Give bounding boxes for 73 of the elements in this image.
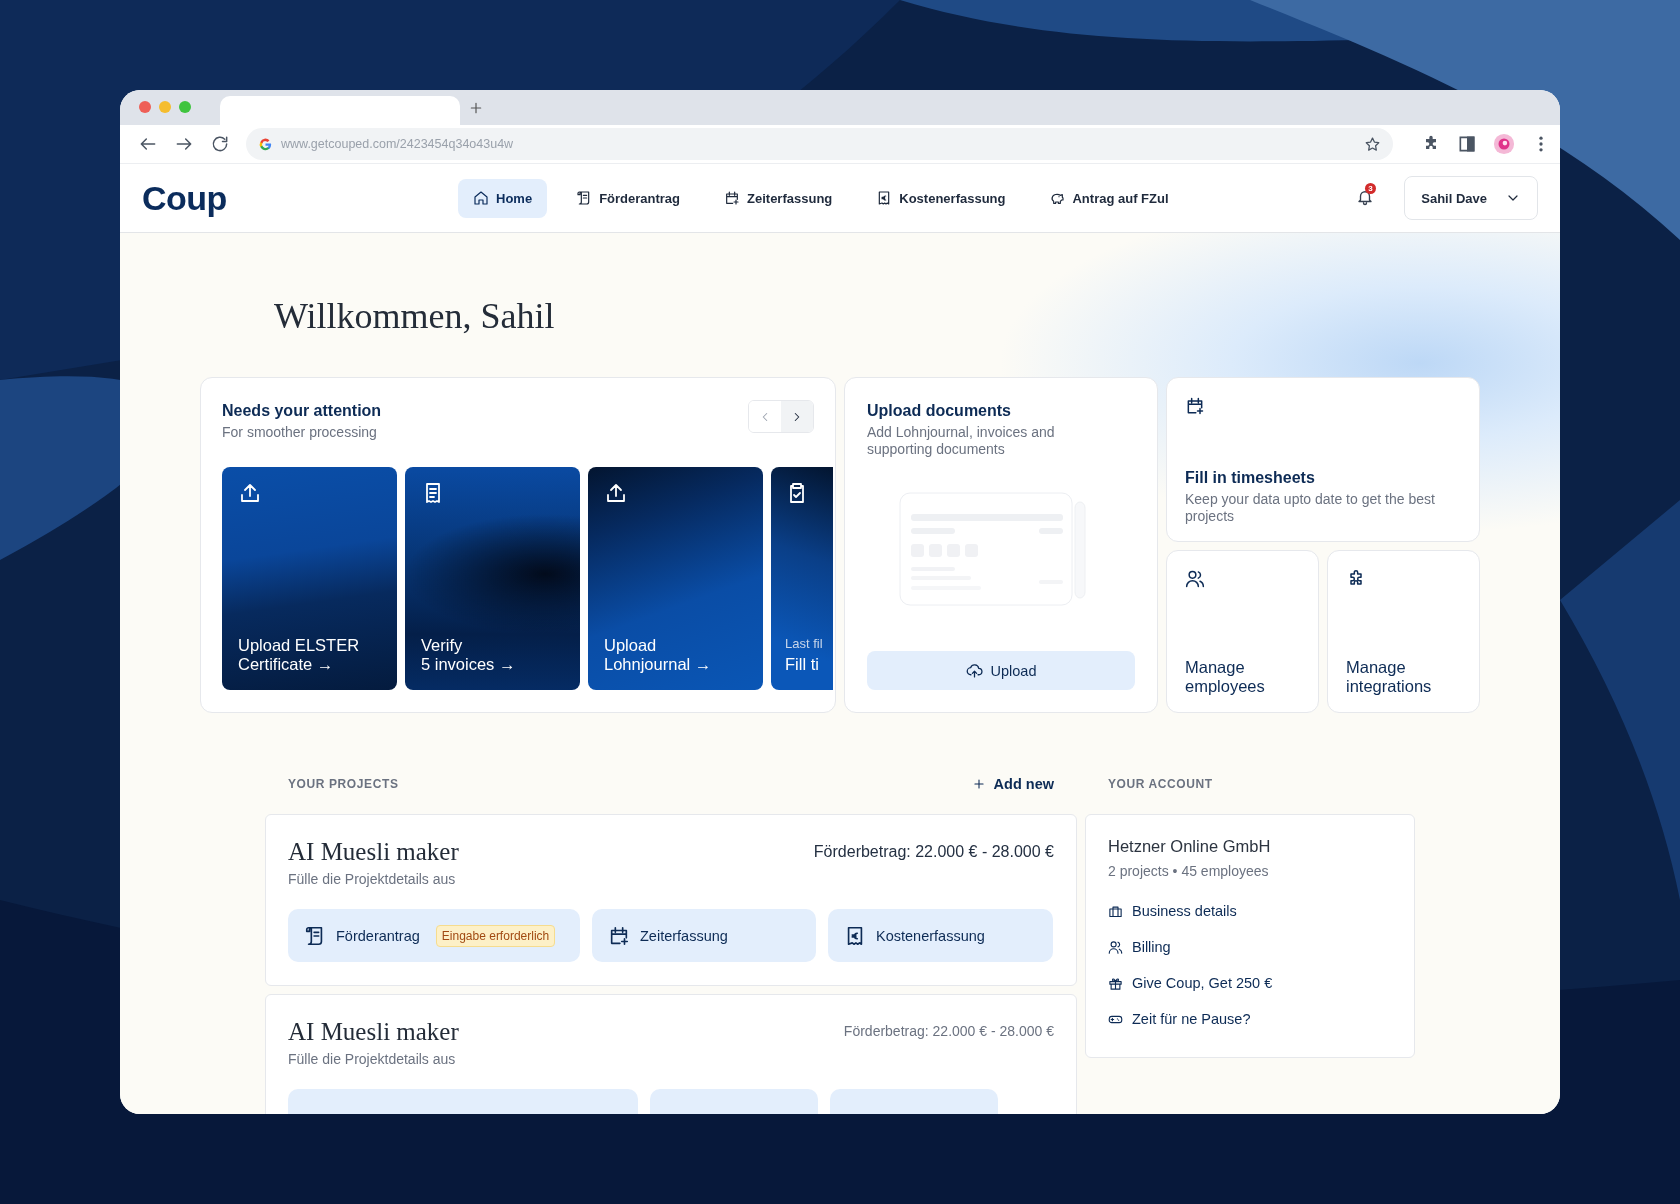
section-heading: YOUR ACCOUNT bbox=[1108, 777, 1213, 791]
sidebar-icon[interactable] bbox=[1457, 134, 1477, 154]
action-tile[interactable]: Upload ELSTER Certificate → bbox=[222, 466, 397, 690]
logo[interactable]: Coup bbox=[142, 178, 458, 218]
users-icon bbox=[1108, 939, 1123, 955]
project-title: AI Muesli maker bbox=[288, 837, 459, 867]
project-title: AI Muesli maker bbox=[288, 1017, 459, 1047]
shortcut-card[interactable]: Fill in timesheets Keep your data upto date to get the best projects bbox=[1166, 377, 1480, 542]
avatar-icon[interactable] bbox=[1493, 133, 1515, 155]
card-title: Fill in timesheets bbox=[1185, 468, 1316, 488]
house-icon bbox=[473, 190, 489, 206]
user-menu-button[interactable]: Sahil Dave bbox=[1404, 176, 1538, 220]
account-link[interactable]: Zeit für ne Pause? bbox=[1108, 1001, 1392, 1037]
tile-label: Upload ELSTER Certificate → bbox=[238, 636, 361, 674]
nav-tab[interactable]: Kostenerfassung bbox=[861, 178, 1021, 218]
company-name: Hetzner Online GmbH bbox=[1108, 836, 1272, 857]
card-title: Manage integrations bbox=[1346, 658, 1433, 696]
card-title: Manage employees bbox=[1185, 658, 1266, 696]
account-link[interactable]: Billing bbox=[1108, 929, 1392, 965]
upload-button[interactable]: Upload bbox=[867, 651, 1135, 690]
site-icon bbox=[258, 136, 273, 152]
account-summary: 2 projects • 45 employees bbox=[1108, 863, 1270, 879]
project-subtitle: Fülle die Projektdetails aus bbox=[288, 871, 457, 887]
nav-tab[interactable]: Zeiterfassung bbox=[709, 178, 848, 218]
funding-amount: Förderbetrag: 22.000 € - 28.000 € bbox=[843, 1023, 1054, 1039]
shortcut-card[interactable]: Manage employees bbox=[1166, 550, 1319, 713]
project-action-button[interactable]: Kostenerfassung bbox=[828, 909, 1053, 962]
notification-badge: 3 bbox=[1365, 183, 1376, 194]
action-label: Förderantrag bbox=[336, 927, 420, 944]
close-button[interactable] bbox=[139, 101, 151, 113]
nav-tab[interactable]: Home bbox=[458, 178, 548, 218]
cloud-upload-icon bbox=[965, 662, 983, 679]
action-tile[interactable]: Verify 5 invoices → bbox=[405, 466, 580, 690]
section-heading: YOUR PROJECTS bbox=[288, 777, 399, 791]
star-icon[interactable] bbox=[1364, 135, 1381, 153]
new-tab-icon[interactable] bbox=[468, 100, 484, 116]
card-subtitle: For smoother processing bbox=[222, 424, 378, 441]
nav-tab[interactable]: Förderantrag bbox=[561, 178, 696, 218]
card-title: Upload documents bbox=[867, 401, 1012, 421]
tile-caption: Last fil bbox=[785, 636, 824, 652]
plus-icon bbox=[971, 777, 986, 791]
card-title: Needs your attention bbox=[222, 401, 382, 421]
account-link[interactable]: Give Coup, Get 250 € bbox=[1108, 965, 1392, 1001]
account-link[interactable]: Business details bbox=[1108, 893, 1392, 929]
project-subtitle: Fülle die Projektdetails aus bbox=[288, 1051, 457, 1067]
add-new-button[interactable]: Add new bbox=[971, 776, 1054, 792]
project-action-button[interactable]: Zeiterfassung bbox=[592, 909, 816, 962]
action-tile[interactable]: Upload Lohnjournal → bbox=[588, 466, 763, 690]
action-label: Kostenerfassung bbox=[876, 927, 985, 944]
calendar-icon bbox=[724, 190, 741, 206]
maximize-button[interactable] bbox=[179, 101, 191, 113]
card-subtitle: Keep your data upto date to get the best projects bbox=[1185, 491, 1436, 525]
project-action-button[interactable]: Förderantrag Eingabe erforderlich bbox=[288, 909, 580, 962]
nav-tab[interactable]: Antrag auf FZul bbox=[1034, 178, 1184, 218]
reload-icon[interactable] bbox=[210, 134, 230, 154]
funding-amount: Förderbetrag: 22.000 € - 28.000 € bbox=[813, 843, 1054, 861]
shortcut-card[interactable]: Manage integrations bbox=[1327, 550, 1480, 713]
action-label: Zeiterfassung bbox=[640, 927, 728, 944]
status-badge: Eingabe erforderlich bbox=[435, 924, 556, 947]
greeting-heading: Willkommen, Sahil bbox=[274, 295, 556, 338]
users-icon bbox=[1185, 569, 1205, 589]
calendar-icon bbox=[608, 924, 630, 947]
url-text: www.getcouped.com/2423454q34o43u4w bbox=[281, 137, 515, 151]
minimize-button[interactable] bbox=[159, 101, 171, 113]
card-subtitle: Add Lohnjournal, invoices and supporting documents bbox=[867, 424, 1056, 458]
bell-icon[interactable] bbox=[1356, 188, 1375, 206]
tile-label: Upload Lohnjournal → bbox=[604, 636, 713, 674]
action-tile[interactable]: Last fil Fill ti bbox=[771, 466, 833, 690]
briefcase-icon bbox=[1108, 903, 1123, 919]
tile-label: Fill ti bbox=[785, 655, 820, 674]
tile-label: Verify 5 invoices → bbox=[421, 636, 517, 674]
calendar-icon bbox=[1185, 396, 1205, 416]
gift-icon bbox=[1108, 975, 1123, 991]
